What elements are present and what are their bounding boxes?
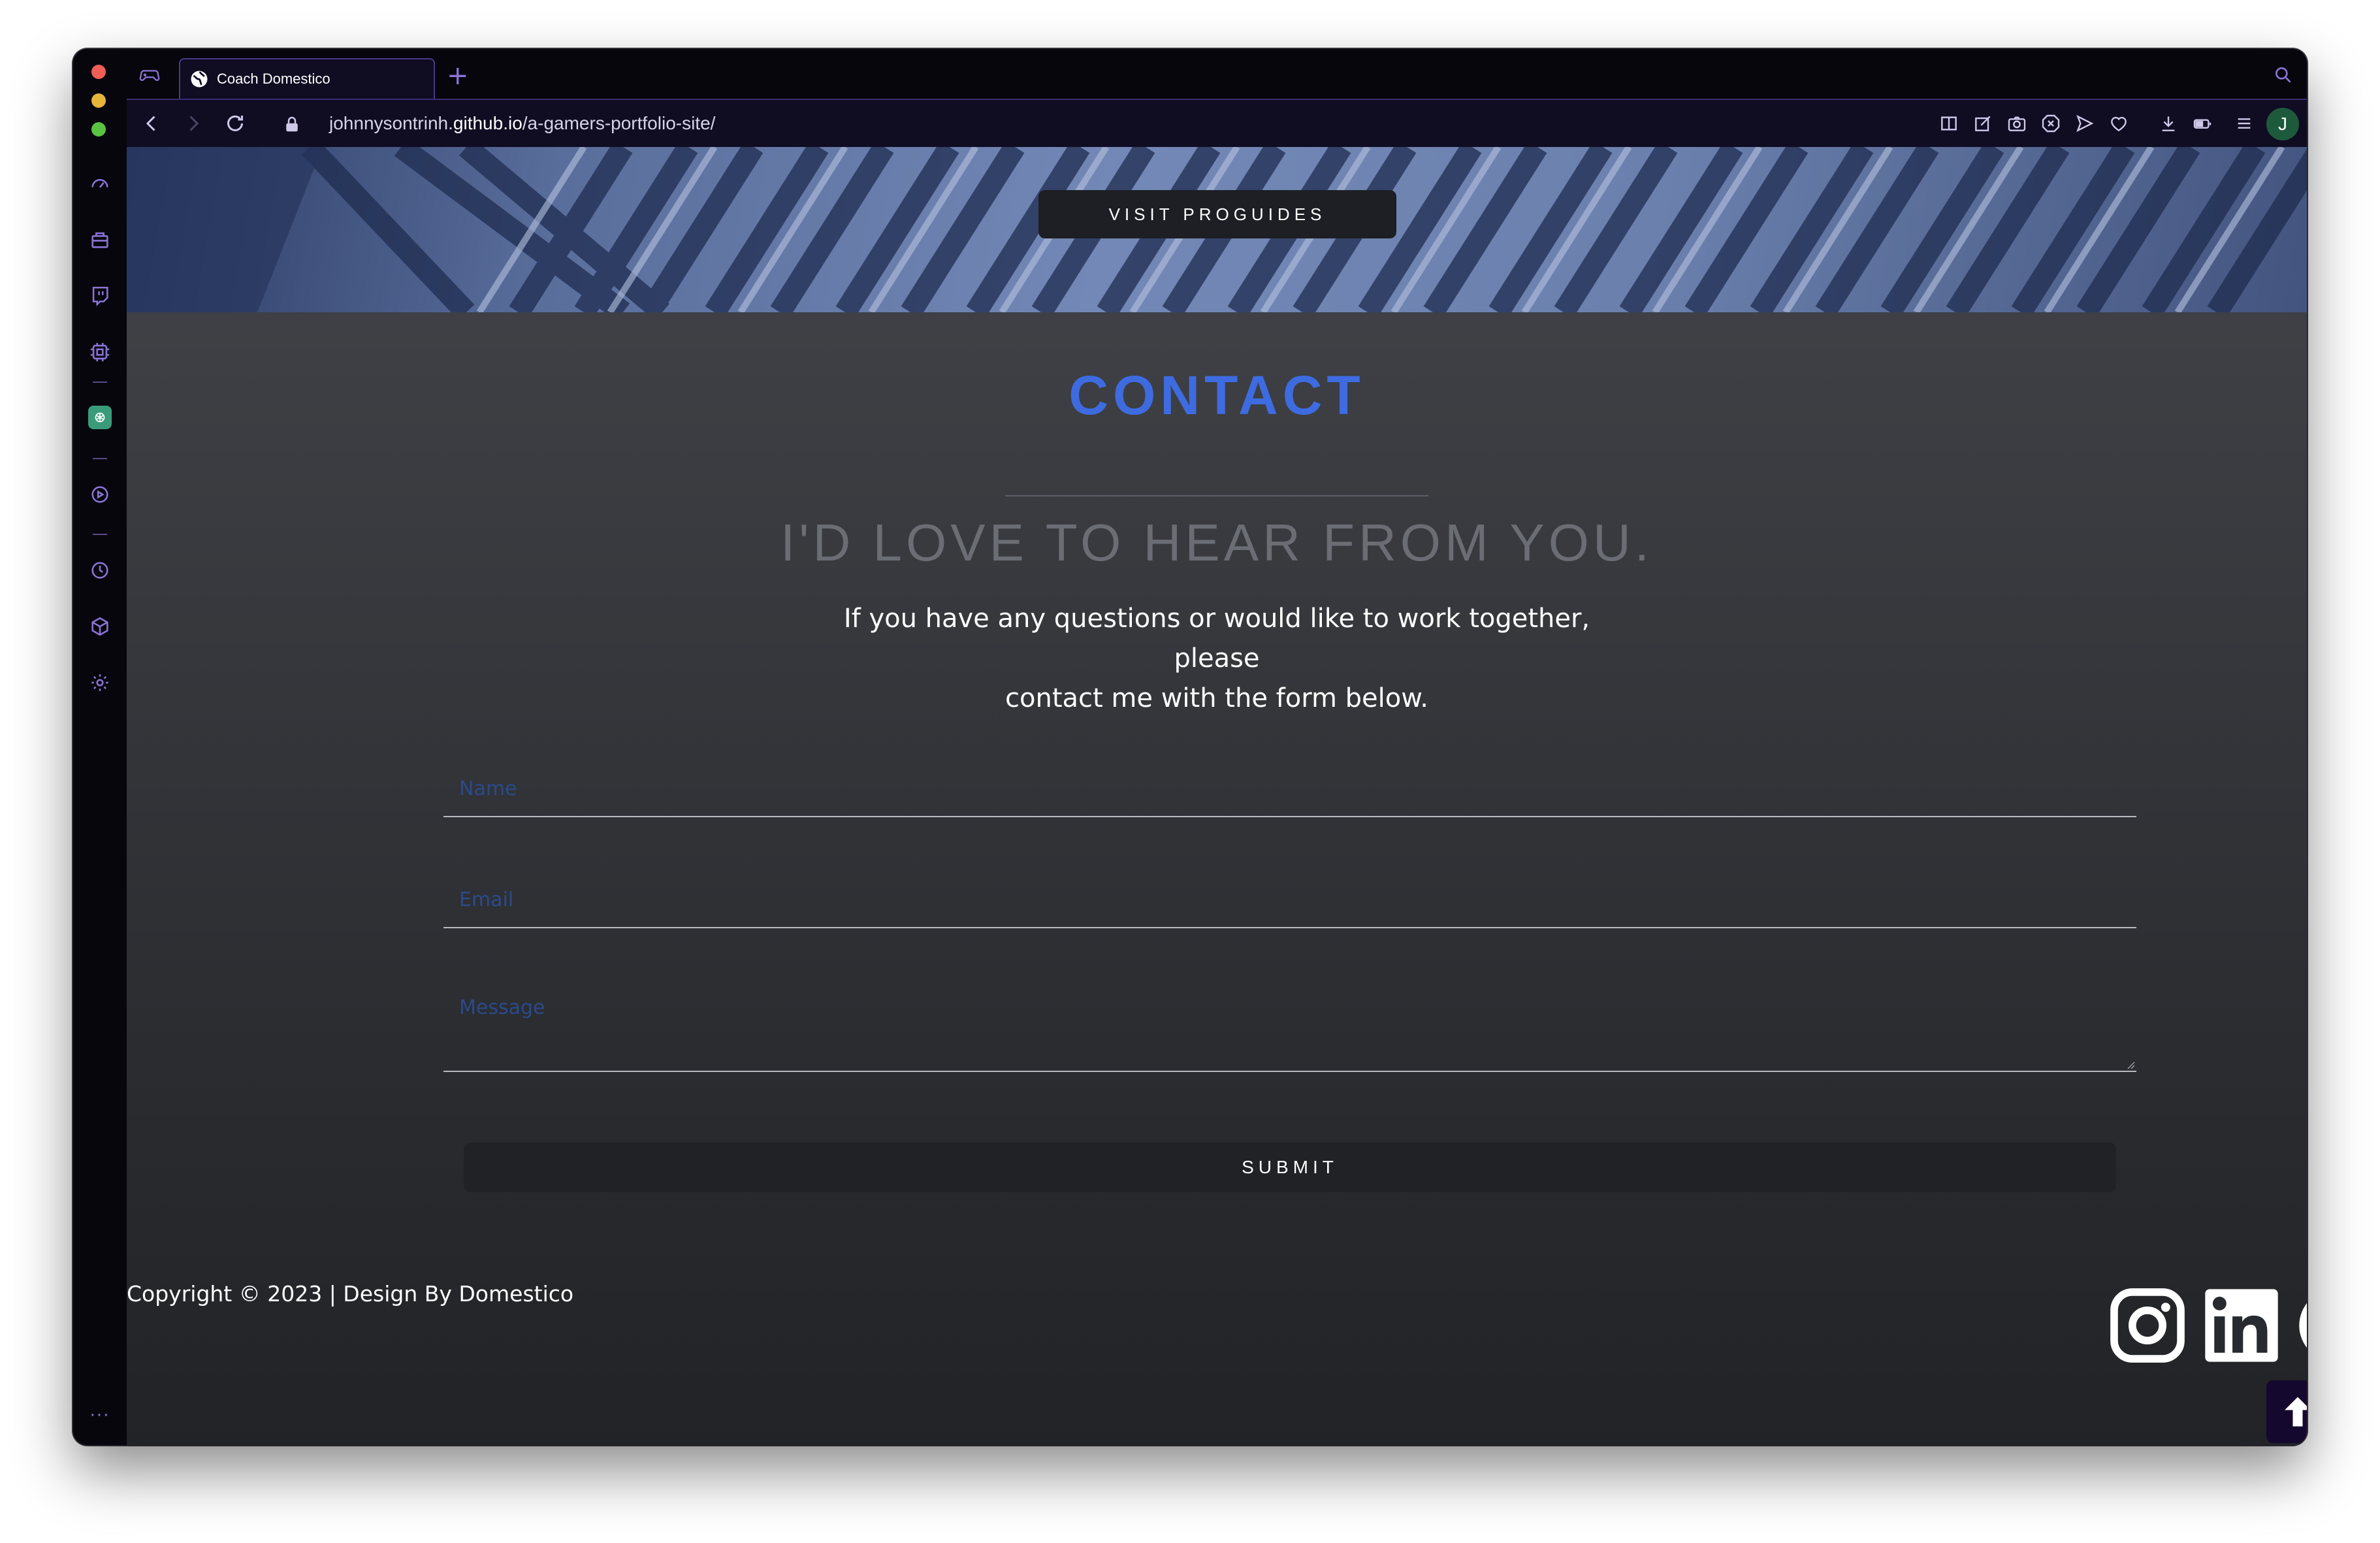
url-path: /a-gamers-portfolio-site/ — [522, 113, 716, 133]
message-textarea[interactable] — [443, 983, 2136, 1071]
adblock-icon[interactable] — [2040, 113, 2061, 134]
gamepad-icon[interactable] — [138, 63, 161, 86]
tab-coach-domestico[interactable]: Coach Domestico — [179, 58, 435, 99]
intro-line-1: If you have any questions or would like … — [843, 604, 1590, 674]
contact-title: CONTACT — [1069, 365, 1365, 426]
forward-icon[interactable] — [182, 112, 205, 135]
arrow-up-icon — [2285, 1397, 2307, 1427]
heart-icon[interactable] — [2108, 113, 2129, 134]
tab-title: Coach Domestico — [217, 71, 330, 87]
settings-gear-icon[interactable] — [87, 670, 113, 696]
message-field — [443, 983, 2136, 1072]
github-icon[interactable] — [2298, 1288, 2307, 1363]
web-page: VISIT PROGUIDES CONTACT I'D LOVE TO HEAR… — [127, 147, 2307, 1445]
history-icon[interactable] — [87, 557, 113, 583]
url-host-domain: github.io — [453, 113, 523, 133]
gx-control-icon[interactable] — [87, 339, 113, 365]
send-icon[interactable] — [2074, 113, 2095, 134]
tab-strip: Coach Domestico + — [127, 49, 2307, 99]
address-bar: johnnysontrinh.github.io/a-gamers-portfo… — [127, 99, 2307, 147]
menu-icon[interactable] — [2234, 113, 2255, 134]
speed-dial-icon[interactable] — [87, 171, 113, 197]
instagram-icon[interactable] — [2110, 1288, 2185, 1363]
title-divider — [1005, 495, 1428, 496]
back-to-top-button[interactable] — [2266, 1380, 2307, 1443]
lock-icon — [286, 116, 298, 132]
visit-proguides-button[interactable]: VISIT PROGUIDES — [1038, 190, 1396, 238]
camera-icon[interactable] — [2006, 113, 2027, 134]
intro-line-2: contact me with the form below. — [1005, 683, 1428, 713]
minimize-window-button[interactable] — [91, 93, 106, 108]
back-icon[interactable] — [140, 112, 163, 135]
name-input[interactable] — [443, 761, 2136, 816]
edit-icon[interactable] — [1972, 113, 1993, 134]
shopping-bag-icon[interactable] — [87, 227, 113, 253]
email-field — [443, 872, 2136, 928]
linkedin-icon[interactable] — [2204, 1288, 2279, 1363]
email-input[interactable] — [443, 872, 2136, 927]
contact-subtitle: I'D LOVE TO HEAR FROM YOU. — [780, 513, 1653, 572]
footer-copyright: Copyright © 2023 | Design By Domestico — [127, 1281, 574, 1307]
contact-intro: If you have any questions or would like … — [812, 599, 1621, 719]
new-tab-button[interactable]: + — [447, 61, 469, 91]
sidebar-more-icon[interactable]: ··· — [86, 1406, 114, 1425]
sidebar-divider — [93, 382, 107, 383]
browser-sidebar: ··· — [73, 49, 127, 1445]
download-icon[interactable] — [2158, 113, 2179, 134]
name-field — [443, 761, 2136, 817]
resize-grip-icon[interactable] — [2125, 1059, 2135, 1069]
reader-mode-icon[interactable] — [1938, 113, 1959, 134]
submit-button[interactable]: SUBMIT — [464, 1143, 2116, 1192]
url-host-prefix: johnnysontrinh. — [329, 113, 453, 133]
zoom-window-button[interactable] — [91, 122, 106, 137]
close-window-button[interactable] — [91, 65, 106, 79]
extensions-icon[interactable] — [87, 613, 113, 640]
sidebar-divider — [93, 458, 107, 459]
search-tabs-icon[interactable] — [2273, 65, 2294, 86]
sidebar-divider — [93, 534, 107, 535]
battery-icon[interactable] — [2192, 113, 2213, 134]
browser-window: ··· Coach Domestico + johnnysontrinh.git… — [73, 49, 2307, 1445]
profile-avatar[interactable]: J — [2266, 108, 2299, 140]
chatgpt-icon[interactable] — [88, 406, 112, 429]
globe-icon — [191, 71, 208, 88]
url-field[interactable]: johnnysontrinh.github.io/a-gamers-portfo… — [329, 113, 715, 134]
player-icon[interactable] — [87, 481, 113, 508]
hero-banner-image: VISIT PROGUIDES — [127, 147, 2307, 312]
reload-icon[interactable] — [223, 112, 247, 135]
twitch-icon[interactable] — [87, 283, 113, 309]
